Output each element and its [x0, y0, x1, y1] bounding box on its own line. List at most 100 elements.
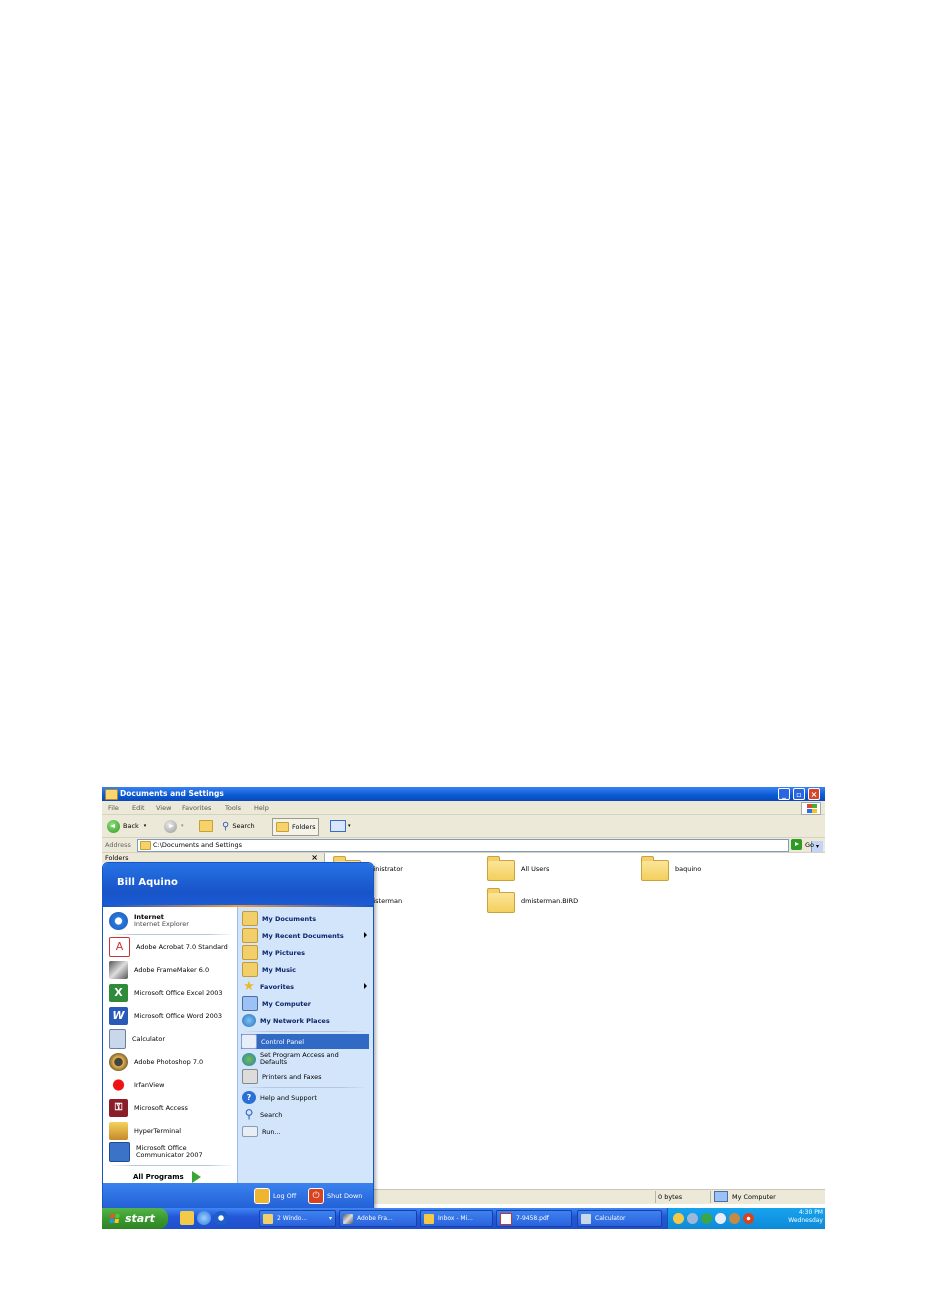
file-list: dministrator All Users baquino misterman… — [325, 853, 825, 1189]
my-computer-icon — [714, 1191, 728, 1202]
control-panel-item[interactable]: Control Panel — [241, 1034, 369, 1049]
search-item[interactable]: ⚲ Search — [242, 1107, 370, 1122]
maximize-button[interactable]: ▫ — [793, 788, 805, 800]
status-location: My Computer — [714, 1191, 776, 1202]
place-my-computer[interactable]: My Computer — [242, 996, 370, 1011]
recent-program-irfanview[interactable]: IrfanView — [109, 1075, 235, 1095]
framemaker-icon — [109, 961, 128, 979]
menu-edit[interactable]: Edit — [132, 804, 145, 812]
forward-button[interactable]: ▾ — [164, 818, 184, 834]
folder-item[interactable]: baquino — [641, 856, 801, 881]
task-pdf[interactable]: 7-9458.pdf — [496, 1210, 572, 1227]
menu-tools[interactable]: Tools — [225, 804, 241, 812]
place-my-music[interactable]: My Music — [242, 962, 370, 977]
help-support-item[interactable]: ? Help and Support — [242, 1090, 370, 1105]
folder-icon — [263, 1213, 273, 1224]
group-dropdown-icon: ▾ — [328, 1215, 332, 1222]
dropdown-arrow-icon: ▾ — [348, 823, 351, 829]
address-input[interactable]: C:\Documents and Settings ▾ — [137, 839, 823, 852]
minimize-button[interactable]: _ — [778, 788, 790, 800]
menu-view[interactable]: View — [156, 804, 171, 812]
folder-icon — [641, 856, 669, 881]
recent-documents-icon — [242, 928, 258, 943]
recent-program-excel[interactable]: X Microsoft Office Excel 2003 — [109, 983, 235, 1003]
start-button[interactable]: start — [102, 1208, 168, 1229]
pinned-internet[interactable]: Internet Internet Explorer — [109, 911, 235, 931]
views-button[interactable]: ▾ — [330, 818, 351, 834]
task-windows-explorer[interactable]: 2 Windo... ▾ — [259, 1210, 336, 1227]
go-arrow-icon — [791, 839, 802, 850]
tray-icon[interactable] — [715, 1213, 726, 1224]
folder-icon — [140, 841, 151, 850]
folders-button[interactable]: Folders — [272, 818, 320, 836]
submenu-arrow-icon — [364, 983, 367, 989]
submenu-arrow-icon — [364, 932, 367, 938]
tray-icon[interactable] — [673, 1213, 684, 1224]
recent-program-communicator[interactable]: Microsoft Office Communicator 2007 — [109, 1142, 235, 1162]
pictures-folder-icon — [242, 945, 258, 960]
up-folder-button[interactable] — [199, 818, 216, 834]
pdf-icon — [500, 1212, 512, 1225]
key-icon — [254, 1187, 270, 1204]
place-my-documents[interactable]: My Documents — [242, 911, 370, 926]
user-name: Bill Aquino — [117, 877, 178, 888]
task-calculator[interactable]: Calculator — [577, 1210, 662, 1227]
folder-icon — [105, 789, 118, 800]
menu-help[interactable]: Help — [254, 804, 269, 812]
search-button[interactable]: ⚲ Search — [222, 818, 255, 834]
go-button[interactable]: Go — [791, 839, 814, 850]
control-panel-icon — [241, 1034, 257, 1049]
place-my-recent-documents[interactable]: My Recent Documents — [242, 928, 370, 943]
dropdown-arrow-icon: ▾ — [181, 823, 184, 829]
screenshot: Documents and Settings _ ▫ × File Edit V… — [102, 787, 825, 1229]
recent-program-word[interactable]: W Microsoft Office Word 2003 — [109, 1006, 235, 1026]
tray-icon[interactable] — [687, 1213, 698, 1224]
menu-favorites[interactable]: Favorites — [182, 804, 211, 812]
shut-down-button[interactable]: ⏻ Shut Down — [308, 1187, 362, 1204]
media-player-icon[interactable] — [214, 1211, 228, 1225]
printers-faxes-item[interactable]: Printers and Faxes — [242, 1069, 370, 1084]
recent-program-access[interactable]: ⚿ Microsoft Access — [109, 1098, 235, 1118]
window-title-bar[interactable]: Documents and Settings _ ▫ × — [102, 787, 825, 801]
place-favorites[interactable]: ★ Favorites — [242, 979, 370, 994]
window-title: Documents and Settings — [120, 789, 224, 798]
folder-item[interactable]: dmisterman.BIRD — [487, 888, 647, 913]
word-icon: W — [109, 1007, 128, 1025]
outlook-icon — [424, 1213, 434, 1224]
folders-icon — [276, 822, 289, 832]
tray-icon[interactable] — [701, 1213, 712, 1224]
place-my-network-places[interactable]: My Network Places — [242, 1013, 370, 1028]
calculator-icon — [581, 1213, 591, 1224]
all-programs-button[interactable]: All Programs — [133, 1171, 201, 1183]
recent-program-calculator[interactable]: Calculator — [109, 1029, 235, 1049]
set-program-access-item[interactable]: Set Program Access and Defaults — [242, 1050, 370, 1068]
taskbar: start 2 Windo... ▾ Adobe Fra... Inbox - … — [102, 1208, 825, 1229]
search-icon: ⚲ — [222, 820, 230, 832]
log-off-button[interactable]: Log Off — [254, 1187, 296, 1204]
back-button[interactable]: Back ▾ — [107, 818, 146, 834]
start-menu-header: Bill Aquino — [103, 863, 373, 905]
outlook-icon[interactable] — [180, 1211, 194, 1225]
excel-icon: X — [109, 984, 128, 1002]
photoshop-icon — [109, 1053, 128, 1071]
menu-file[interactable]: File — [108, 804, 119, 812]
task-framemaker[interactable]: Adobe Fra... — [339, 1210, 417, 1227]
recent-program-hyperterminal[interactable]: HyperTerminal — [109, 1121, 235, 1141]
run-item[interactable]: Run... — [242, 1124, 370, 1139]
framemaker-icon — [343, 1213, 353, 1224]
internet-explorer-icon[interactable] — [197, 1211, 211, 1225]
task-inbox[interactable]: Inbox - Mi... — [420, 1210, 493, 1227]
folder-icon — [487, 888, 515, 913]
recent-program-photoshop[interactable]: Adobe Photoshop 7.0 — [109, 1052, 235, 1072]
tray-icon[interactable] — [743, 1213, 754, 1224]
close-pane-button[interactable]: × — [311, 853, 318, 862]
recent-program-framemaker[interactable]: Adobe FrameMaker 6.0 — [109, 960, 235, 980]
start-menu: Bill Aquino Internet Internet Explorer A … — [102, 862, 374, 1210]
program-access-icon — [242, 1052, 256, 1066]
close-button[interactable]: × — [808, 788, 820, 800]
recent-program-acrobat[interactable]: A Adobe Acrobat 7.0 Standard — [109, 937, 235, 957]
folder-item[interactable]: All Users — [487, 856, 647, 881]
place-my-pictures[interactable]: My Pictures — [242, 945, 370, 960]
clock[interactable]: 4:30 PM Wednesday — [788, 1209, 823, 1225]
tray-icon[interactable] — [729, 1213, 740, 1224]
